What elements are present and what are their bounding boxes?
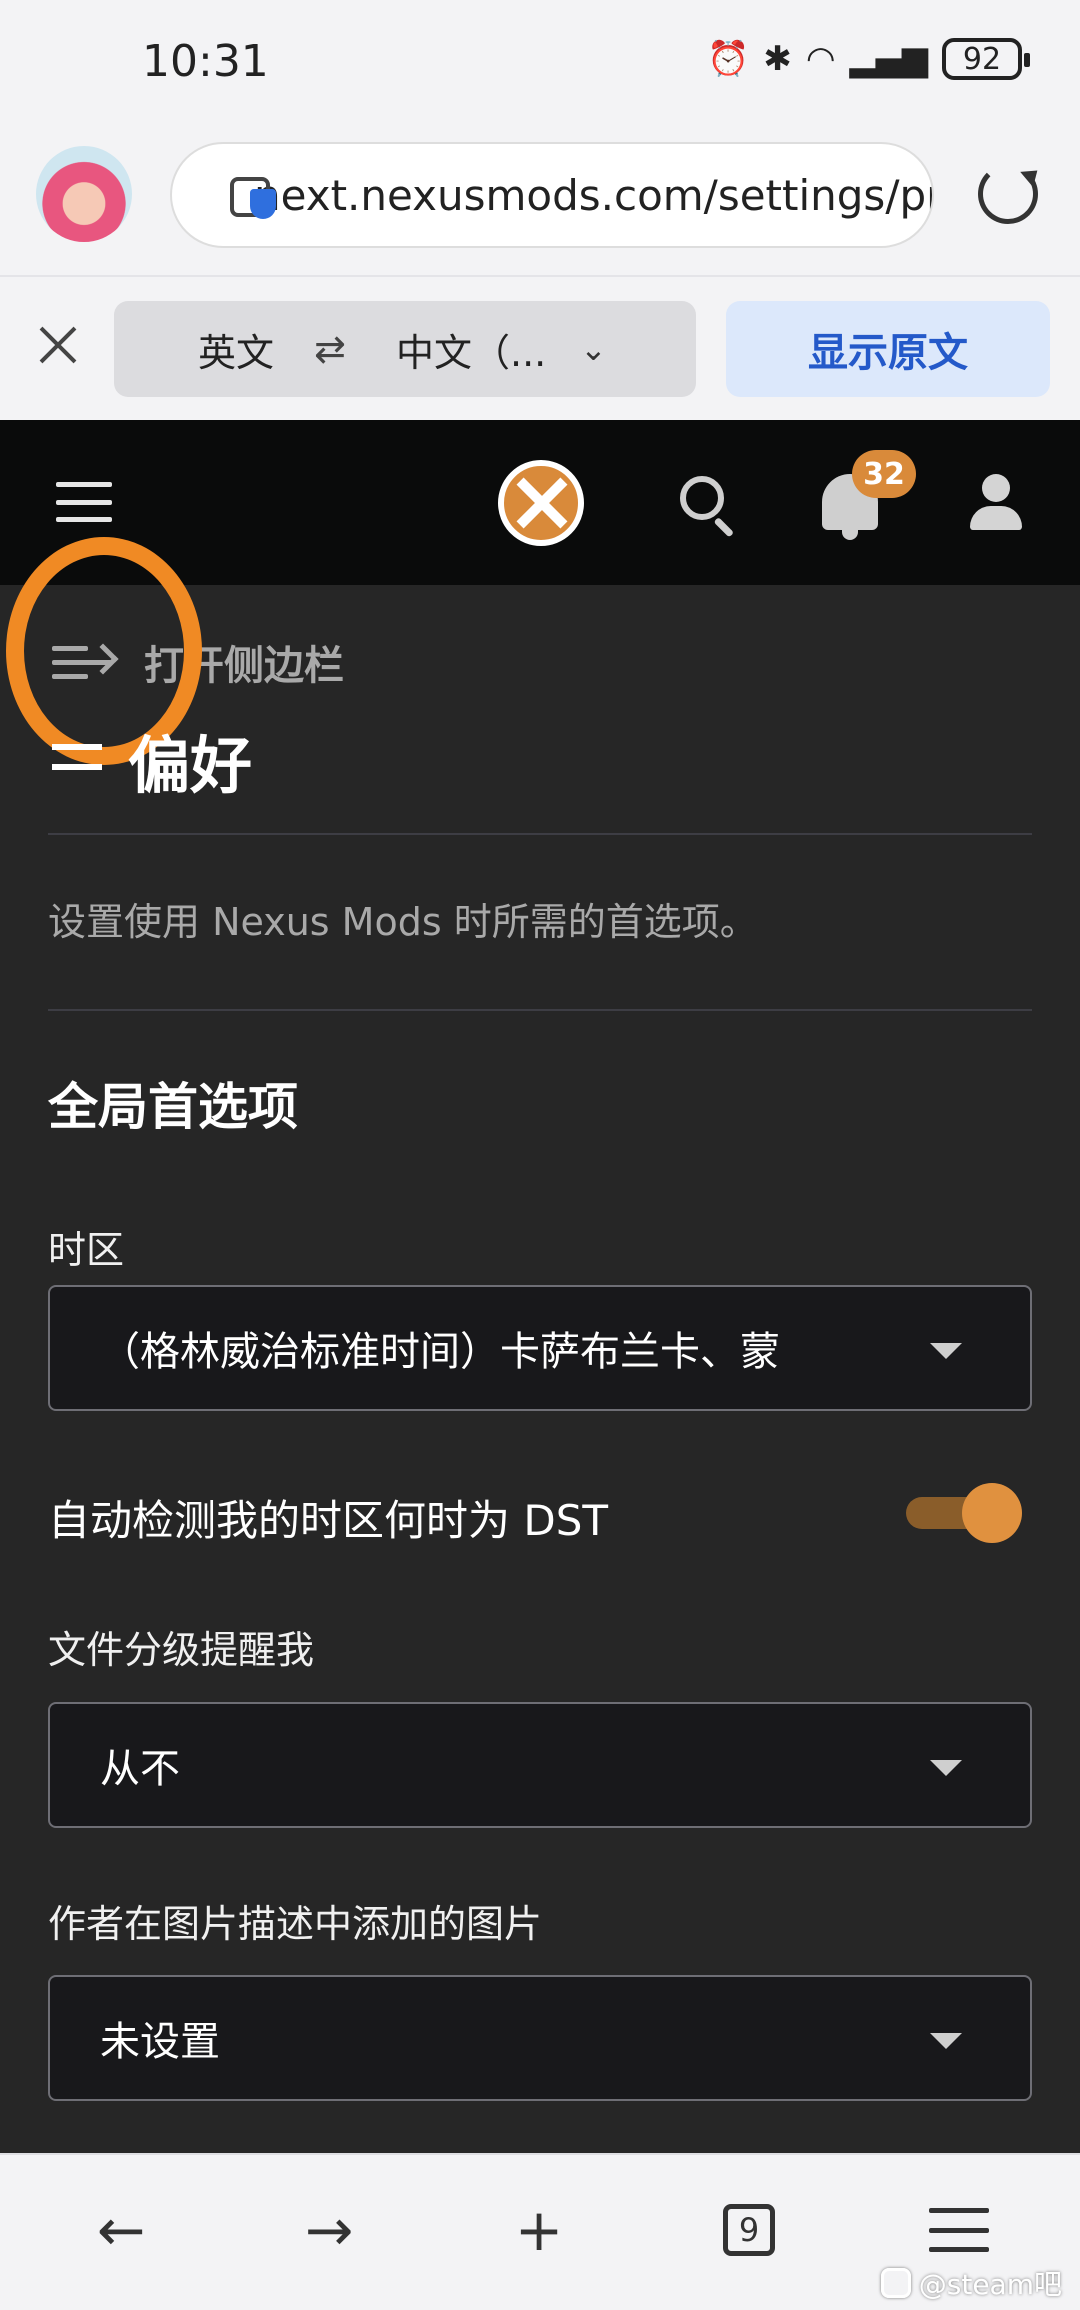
status-icons: ⏰ ✱ ◠ ▂▄▆ 92 (707, 38, 1030, 80)
alarm-icon: ⏰ (707, 39, 750, 79)
language-selector[interactable]: 英文 ⇄ 中文（... ⌄ (114, 301, 696, 397)
user-icon[interactable] (968, 474, 1024, 534)
close-icon[interactable] (34, 321, 82, 369)
author-images-label: 作者在图片描述中添加的图片 (48, 1902, 543, 1946)
tabs-count[interactable]: 9 (723, 2204, 775, 2256)
dst-toggle[interactable] (906, 1481, 1026, 1545)
4g-signal-icon: ▂▄▆ (849, 39, 928, 79)
address-bar[interactable]: next.nexusmods.com/settings/pr (170, 142, 934, 248)
show-original-button[interactable]: 显示原文 (726, 301, 1050, 397)
bluetooth-icon: ✱ (763, 39, 792, 79)
sliders-icon (52, 738, 102, 782)
timezone-value[interactable]: （格林威治标准时间）卡萨布兰卡、蒙 (100, 1319, 910, 1377)
author-images-value[interactable]: 未设置 (100, 2009, 910, 2067)
file-rating-value[interactable]: 从不 (100, 1736, 910, 1794)
timezone-label: 时区 (48, 1228, 125, 1272)
dropdown-caret-icon[interactable] (930, 1760, 962, 1776)
translate-bar: 英文 ⇄ 中文（... ⌄ 显示原文 (0, 275, 1080, 420)
divider (48, 1009, 1032, 1011)
browser-toolbar: next.nexusmods.com/settings/pr (0, 130, 1080, 275)
settings-page: 打开侧边栏 偏好 设置使用 Nexus Mods 时所需的首选项。 全局首选项 … (0, 537, 1080, 2153)
dropdown-caret-icon[interactable] (930, 1343, 962, 1359)
file-rating-label: 文件分级提醒我 (48, 1628, 315, 1672)
search-icon[interactable] (680, 476, 724, 520)
dst-label: 自动检测我的时区何时为 DST (48, 1496, 609, 1545)
status-bar: 10:31 ⏰ ✱ ◠ ▂▄▆ 92 (0, 0, 1080, 130)
notification-badge[interactable]: 32 (852, 450, 916, 498)
watermark: @steam吧 (880, 2263, 1062, 2303)
new-tab-icon[interactable]: + (504, 2195, 574, 2265)
avatar[interactable] (36, 146, 132, 242)
chevron-down-icon[interactable]: ⌄ (580, 330, 607, 368)
reload-icon[interactable] (978, 164, 1038, 224)
source-language[interactable]: 英文 (198, 322, 274, 377)
battery-indicator: 92 (942, 38, 1030, 80)
page-title-text: 偏好 (128, 729, 253, 802)
author-images-select[interactable]: 未设置 (48, 1975, 1032, 2101)
watermark-text: @steam吧 (918, 2268, 1062, 2301)
nexus-logo[interactable] (498, 460, 584, 546)
timezone-select[interactable]: （格林威治标准时间）卡萨布兰卡、蒙 (48, 1285, 1032, 1411)
section-title: 全局首选项 (48, 1078, 298, 1136)
file-rating-select[interactable]: 从不 (48, 1702, 1032, 1828)
forward-arrow-icon[interactable]: → (294, 2195, 364, 2265)
tabs-button[interactable]: 9 (714, 2195, 784, 2265)
swap-icon[interactable]: ⇄ (314, 327, 346, 371)
browser-menu-icon[interactable] (924, 2195, 994, 2265)
status-time: 10:31 (142, 36, 269, 87)
url-text[interactable]: next.nexusmods.com/settings/pr (254, 171, 932, 220)
page-title: 偏好 (52, 715, 252, 805)
menu-icon[interactable] (56, 482, 112, 522)
browser-bottom-nav: ← → + 9 @steam吧 (0, 2153, 1080, 2310)
page-description: 设置使用 Nexus Mods 时所需的首选项。 (48, 900, 758, 944)
back-arrow-icon[interactable]: ← (86, 2195, 156, 2265)
divider (48, 833, 1032, 835)
wifi-icon: ◠ (805, 39, 836, 79)
watermark-icon (880, 2268, 911, 2298)
dropdown-caret-icon[interactable] (930, 2033, 962, 2049)
target-language[interactable]: 中文（... (396, 322, 546, 377)
